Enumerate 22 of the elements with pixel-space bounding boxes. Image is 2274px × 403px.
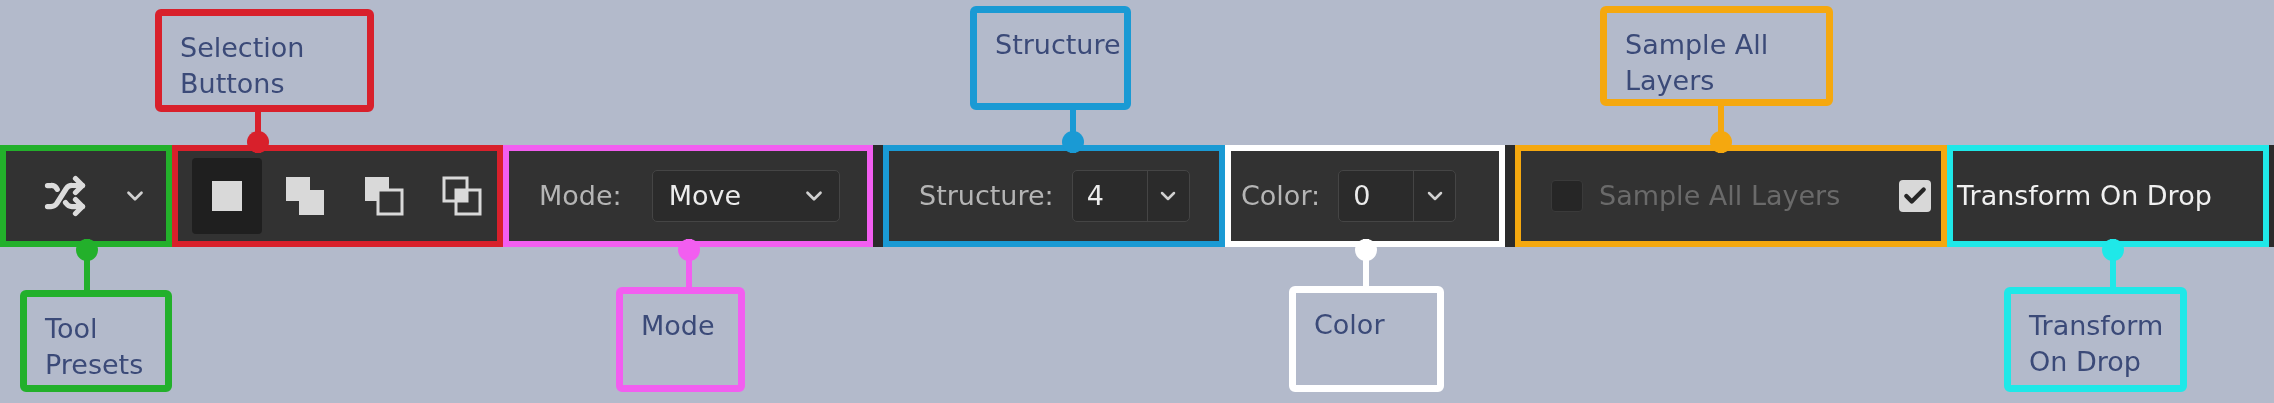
option-label: Structure:: [918, 178, 1054, 213]
checkbox-label: Sample All Layers: [1599, 178, 1842, 213]
callout-box: Structure: [970, 6, 1131, 110]
checkbox[interactable]: [1899, 180, 1931, 212]
checkbox-label: Transform On Drop: [1957, 178, 2212, 213]
shuffle-icon[interactable]: [44, 175, 86, 217]
value-field[interactable]: 4: [1071, 170, 1190, 222]
callout-box: Color: [1289, 286, 1444, 392]
callout-box: Selection Buttons: [155, 9, 374, 112]
overlapping-squares-icon: [285, 176, 326, 216]
option-label: Color:: [1241, 178, 1321, 213]
overlapping-squares-icon: [363, 176, 404, 216]
square-icon: [210, 179, 245, 213]
callout-box: Sample All Layers: [1600, 6, 1833, 106]
overlapping-squares-icon: [441, 176, 482, 216]
selection-mode-button[interactable]: [192, 158, 263, 234]
callout-box: Mode: [616, 287, 745, 392]
value-field[interactable]: 0: [1338, 170, 1457, 222]
callout-box: Tool Presets: [20, 290, 172, 392]
callout-box: Transform On Drop: [2004, 287, 2187, 392]
mode-label: Mode:: [539, 178, 622, 213]
mode-dropdown[interactable]: Move: [651, 170, 840, 222]
